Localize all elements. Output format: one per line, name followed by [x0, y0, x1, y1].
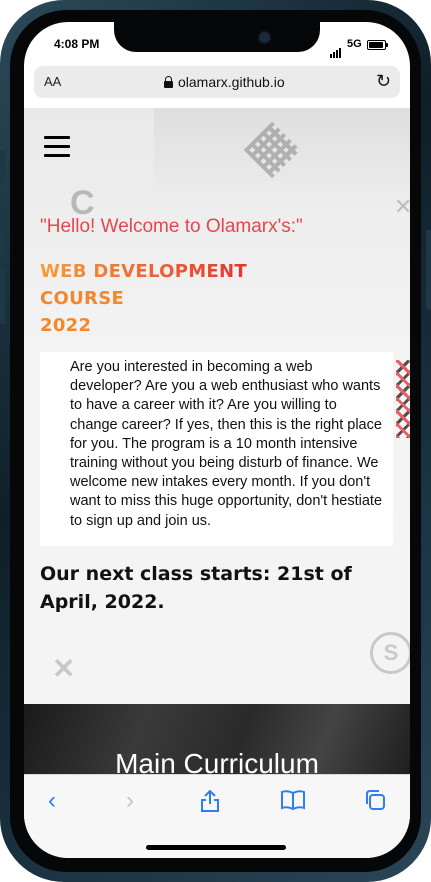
- home-indicator: [146, 845, 286, 850]
- text-size-button[interactable]: AA: [44, 74, 61, 89]
- signal-icon: [330, 40, 342, 58]
- address-bar[interactable]: AA olamarx.github.io ↻: [34, 66, 400, 98]
- course-title-line-1: WEB DEVELOPMENT: [40, 258, 247, 285]
- status-bar: 4:08 PM 5G: [24, 22, 410, 66]
- share-icon[interactable]: [200, 789, 220, 818]
- x-cross-deco-icon: ✕: [52, 653, 76, 684]
- url-display[interactable]: olamarx.github.io: [164, 74, 285, 92]
- volume-up-button: [0, 200, 5, 256]
- intro-card: Are you interested in becoming a web dev…: [40, 352, 393, 546]
- tabs-icon[interactable]: [364, 789, 386, 816]
- status-time: 4:08 PM: [54, 37, 100, 51]
- lock-icon: [164, 76, 173, 88]
- welcome-text: "Hello! Welcome to Olamarx's:": [40, 216, 303, 237]
- notch: [114, 22, 320, 52]
- camera-icon: [257, 30, 272, 45]
- battery-icon: [367, 40, 386, 50]
- power-button: [426, 230, 431, 310]
- back-icon[interactable]: ‹: [48, 789, 56, 813]
- network-label: 5G: [347, 38, 362, 50]
- volume-down-button: [0, 268, 5, 324]
- battery-tip: [386, 43, 388, 47]
- zigzag-pattern-icon: [396, 360, 410, 438]
- course-title-line-3: 2022: [40, 315, 92, 336]
- forward-icon[interactable]: ›: [126, 789, 134, 813]
- course-title-line-2: COURSE: [40, 288, 125, 309]
- hamburger-menu-icon[interactable]: [44, 136, 70, 163]
- mute-switch: [0, 150, 5, 182]
- x-deco-icon: ✕: [394, 194, 410, 219]
- browser-toolbar: ‹ ›: [24, 774, 410, 858]
- screen: 4:08 PM 5G AA olamarx.github.io ↻ C ✕ "H…: [24, 22, 410, 858]
- url-text: olamarx.github.io: [178, 74, 285, 90]
- next-class-heading: Our next class starts: 21st of April, 20…: [40, 563, 352, 613]
- web-page: C ✕ "Hello! Welcome to Olamarx's:" WEB D…: [24, 108, 410, 788]
- course-title: WEB DEVELOPMENT COURSE 2022: [40, 258, 247, 339]
- intro-paragraph: Are you interested in becoming a web dev…: [70, 359, 383, 529]
- phone-frame: 4:08 PM 5G AA olamarx.github.io ↻ C ✕ "H…: [0, 0, 431, 882]
- bookmarks-icon[interactable]: [280, 789, 306, 816]
- reload-icon[interactable]: ↻: [376, 72, 391, 90]
- s-circle-deco-icon: S: [370, 632, 410, 674]
